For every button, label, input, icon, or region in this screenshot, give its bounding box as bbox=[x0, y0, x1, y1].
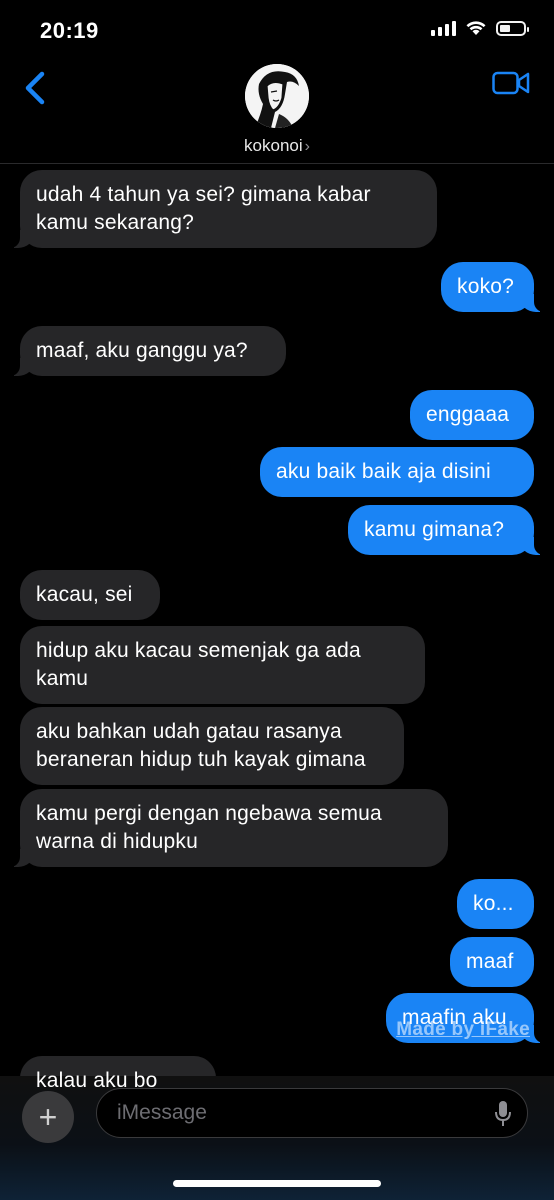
message-input[interactable]: iMessage bbox=[96, 1088, 528, 1138]
message-bubble-outgoing[interactable]: maaf bbox=[450, 937, 534, 987]
conversation-header: kokonoi › bbox=[0, 60, 554, 164]
message-bubble-incoming[interactable]: kamu pergi dengan ngebawa semua warna di… bbox=[8, 789, 448, 867]
microphone-icon[interactable] bbox=[493, 1100, 513, 1128]
message-text: maafin aku bbox=[402, 1006, 507, 1029]
message-text: kamu pergi dengan ngebawa semua warna di… bbox=[36, 802, 382, 853]
message-text: hidup aku kacau semenjak ga ada kamu bbox=[36, 639, 361, 690]
battery-icon bbox=[496, 20, 529, 36]
message-text: aku bahkan udah gatau rasanya beraneran … bbox=[36, 720, 366, 771]
message-bubble-outgoing[interactable]: enggaaa bbox=[410, 390, 534, 440]
message-text: udah 4 tahun ya sei? gimana kabar kamu s… bbox=[36, 183, 371, 234]
plus-icon: + bbox=[38, 1099, 58, 1135]
avatar[interactable] bbox=[245, 64, 309, 128]
message-text: enggaaa bbox=[426, 403, 510, 426]
message-bubble-incoming[interactable]: maaf, aku ganggu ya? bbox=[8, 326, 286, 376]
message-text: maaf, aku ganggu ya? bbox=[36, 339, 248, 362]
contact-name-label: kokonoi bbox=[244, 136, 303, 155]
message-bubble-outgoing[interactable]: ko... bbox=[457, 879, 534, 929]
message-bubble-incoming[interactable]: aku bahkan udah gatau rasanya beraneran … bbox=[20, 707, 404, 785]
contact-name[interactable]: kokonoi › bbox=[0, 136, 554, 156]
message-bubble-incoming[interactable]: udah 4 tahun ya sei? gimana kabar kamu s… bbox=[8, 170, 437, 248]
wifi-icon bbox=[466, 21, 486, 35]
cellular-signal-icon bbox=[431, 20, 456, 36]
message-bubble-outgoing[interactable]: aku baik baik aja disini bbox=[260, 447, 534, 497]
plus-button[interactable]: + bbox=[22, 1091, 74, 1143]
message-input-placeholder: iMessage bbox=[117, 1101, 207, 1124]
message-bubble-outgoing[interactable]: kamu gimana? bbox=[348, 505, 546, 555]
message-text: koko? bbox=[457, 275, 515, 298]
home-indicator[interactable] bbox=[173, 1180, 381, 1187]
chevron-right-icon: › bbox=[304, 138, 310, 155]
message-text: kalau aku bo bbox=[36, 1069, 158, 1092]
message-text: ko... bbox=[473, 892, 514, 915]
message-text: aku baik baik aja disini bbox=[276, 460, 491, 483]
status-icons bbox=[431, 20, 529, 36]
video-camera-icon[interactable] bbox=[492, 70, 530, 96]
status-time: 20:19 bbox=[40, 18, 99, 43]
message-bubble-incoming[interactable]: hidup aku kacau semenjak ga ada kamu bbox=[20, 626, 425, 704]
message-text: kamu gimana? bbox=[364, 518, 505, 541]
message-text: maaf bbox=[466, 950, 514, 973]
message-text: kacau, sei bbox=[36, 583, 133, 606]
avatar-illustration bbox=[245, 64, 309, 128]
message-bubble-incoming[interactable]: kacau, sei bbox=[20, 570, 160, 620]
message-bubble-outgoing[interactable]: koko? bbox=[441, 262, 546, 312]
chevron-left-icon[interactable] bbox=[20, 68, 50, 108]
